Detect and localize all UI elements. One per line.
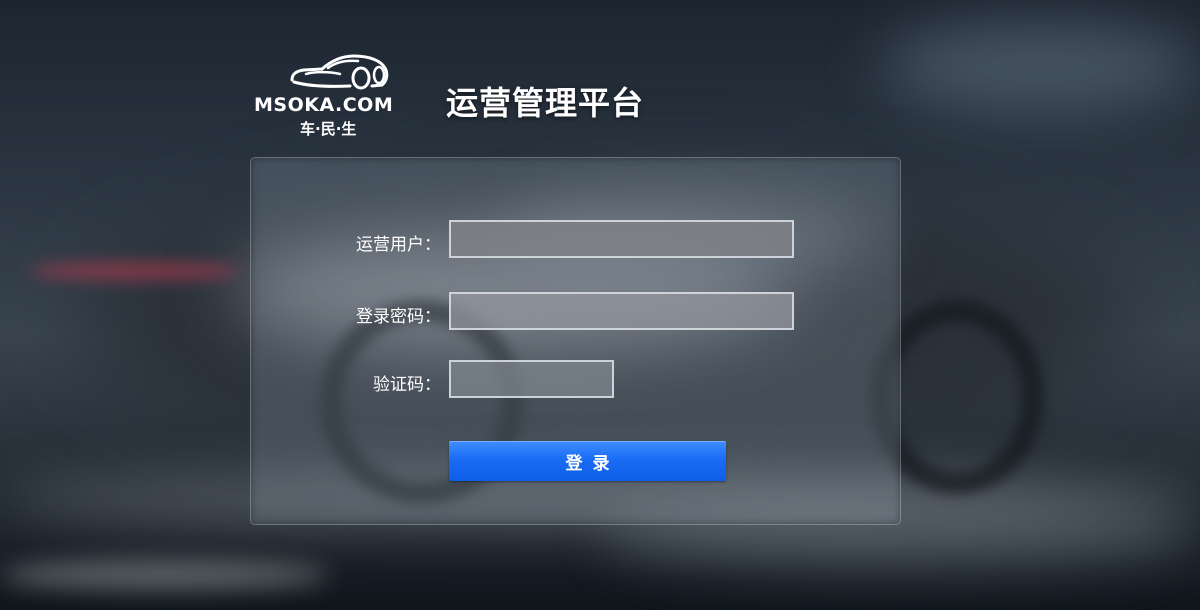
captcha-label: 验证码： (373, 375, 441, 395)
captcha-input[interactable] (449, 360, 614, 398)
background-blur (880, 20, 1200, 110)
login-panel: 运营用户： 登录密码： 验证码： 登录 (250, 157, 901, 525)
login-button[interactable]: 登录 (449, 441, 726, 481)
background-blur (30, 262, 240, 280)
user-label: 运营用户： (356, 235, 441, 255)
background-blur (0, 560, 330, 590)
password-input[interactable] (449, 292, 794, 330)
page-title: 运营管理平台 (446, 84, 645, 122)
user-input[interactable] (449, 220, 794, 258)
brand-subtitle: 车·民·生 (300, 120, 357, 138)
brand-logo: MSOKA.COM 车·民·生 (254, 52, 430, 142)
brand-name: MSOKA.COM (254, 94, 394, 116)
password-label: 登录密码： (356, 307, 441, 327)
car-outline-icon (290, 54, 389, 90)
